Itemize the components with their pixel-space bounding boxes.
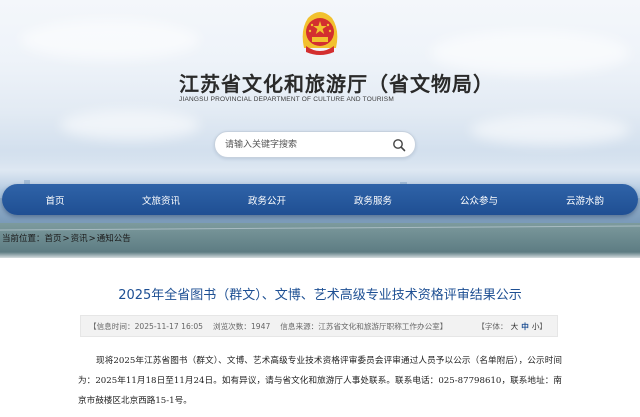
font-size-selector: 【字体：大中小】: [477, 321, 547, 332]
breadcrumb-separator: >: [62, 234, 70, 244]
nav-item-home[interactable]: 首页: [2, 193, 108, 207]
font-size-large-button[interactable]: 大: [511, 322, 519, 331]
breadcrumb-separator: >: [88, 234, 96, 244]
main-nav: 首页 文旅资讯 政务公开 政务服务 公众参与 云游水韵: [2, 184, 638, 215]
meta-source: 信息来源：江苏省文化和旅游厅职称工作办公室】: [280, 321, 447, 332]
meta-views: 浏览次数：1947: [213, 321, 270, 332]
font-size-label: 【字体：: [477, 321, 508, 331]
meta-time: 【信息时间：2025-11-17 16:05: [89, 321, 203, 332]
search-icon[interactable]: [392, 138, 406, 152]
meta-source-label: 信息来源：: [280, 321, 319, 331]
cloud-decoration: [470, 115, 630, 145]
breadcrumb-notices[interactable]: 通知公告: [97, 234, 131, 244]
meta-source-value: 江苏省文化和旅游厅职称工作办公室】: [318, 321, 448, 331]
cloud-decoration: [60, 110, 200, 140]
breadcrumb-prefix: 当前位置：: [2, 234, 45, 244]
site-subtitle: JIANGSU PROVINCIAL DEPARTMENT OF CULTURE…: [179, 96, 394, 103]
font-size-end: 】: [539, 321, 547, 331]
cloud-decoration: [20, 20, 200, 60]
meta-views-value: 1947: [250, 321, 271, 331]
meta-time-value: 2025-11-17 16:05: [134, 321, 203, 331]
nav-item-news[interactable]: 文旅资讯: [108, 193, 214, 207]
breadcrumb-news[interactable]: 资讯: [71, 234, 88, 244]
nav-item-gov-info[interactable]: 政务公开: [214, 193, 320, 207]
font-size-medium-button[interactable]: 中: [521, 322, 529, 331]
search-input[interactable]: [225, 137, 385, 153]
article-body: 现将2025年江苏省图书（群文）、文博、艺术高级专业技术资格评审委员会评审通过人…: [78, 356, 562, 406]
breadcrumb: 当前位置：首页>资讯>通知公告: [2, 232, 131, 244]
site-title: 江苏省文化和旅游厅（省文物局）: [179, 72, 494, 96]
nav-item-public-participation[interactable]: 公众参与: [426, 193, 532, 207]
article-meta-bar: 【信息时间：2025-11-17 16:05 浏览次数：1947 信息来源：江苏…: [80, 315, 558, 337]
search-box: [214, 131, 416, 158]
article-title: 2025年全省图书（群文）、文博、艺术高级专业技术资格评审结果公示: [118, 288, 522, 303]
nav-item-cloud-tour[interactable]: 云游水韵: [532, 193, 638, 207]
meta-time-label: 【信息时间：: [89, 321, 135, 331]
nav-item-gov-service[interactable]: 政务服务: [320, 193, 426, 207]
meta-views-label: 浏览次数：: [213, 321, 251, 331]
breadcrumb-home[interactable]: 首页: [45, 234, 62, 244]
national-emblem-icon: [302, 12, 338, 55]
